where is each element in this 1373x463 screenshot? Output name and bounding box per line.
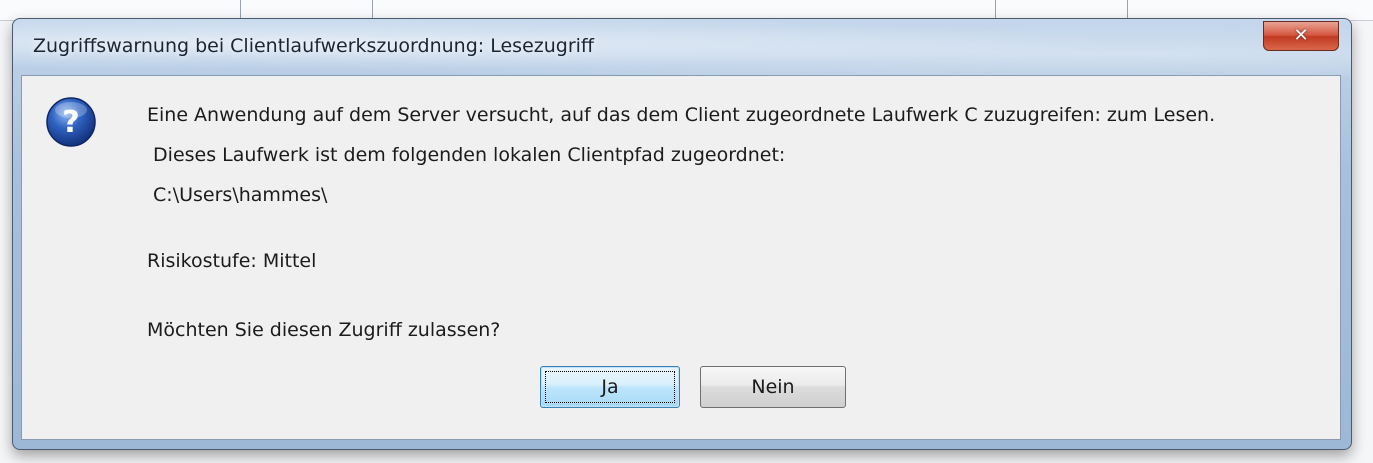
- dialog-content: ? Eine Anwendung auf dem Server versucht…: [21, 75, 1341, 440]
- dialog-titlebar[interactable]: Zugriffswarnung bei Clientlaufwerkszuord…: [13, 19, 1351, 75]
- close-icon: ✕: [1293, 25, 1309, 46]
- svg-text:?: ?: [62, 105, 79, 140]
- message-line-request: Eine Anwendung auf dem Server versucht, …: [147, 104, 1216, 126]
- grid-divider: [1127, 0, 1128, 20]
- message-line-question: Möchten Sie diesen Zugriff zulassen?: [147, 319, 501, 341]
- close-button[interactable]: ✕: [1263, 21, 1339, 51]
- yes-button[interactable]: Ja: [540, 366, 680, 408]
- yes-button-label: Ja: [601, 376, 619, 398]
- access-warning-dialog: Zugriffswarnung bei Clientlaufwerkszuord…: [12, 18, 1352, 450]
- no-button-label: Nein: [751, 376, 795, 398]
- grid-divider: [995, 0, 996, 20]
- grid-divider: [240, 0, 241, 20]
- message-line-risk: Risikostufe: Mittel: [147, 250, 317, 272]
- grid-divider: [372, 0, 373, 20]
- message-line-mapping: Dieses Laufwerk ist dem folgenden lokale…: [147, 144, 786, 166]
- message-line-path: C:\Users\hammes\: [147, 184, 328, 206]
- no-button[interactable]: Nein: [700, 366, 846, 408]
- dialog-title: Zugriffswarnung bei Clientlaufwerkszuord…: [33, 35, 595, 57]
- question-icon: ?: [46, 97, 96, 147]
